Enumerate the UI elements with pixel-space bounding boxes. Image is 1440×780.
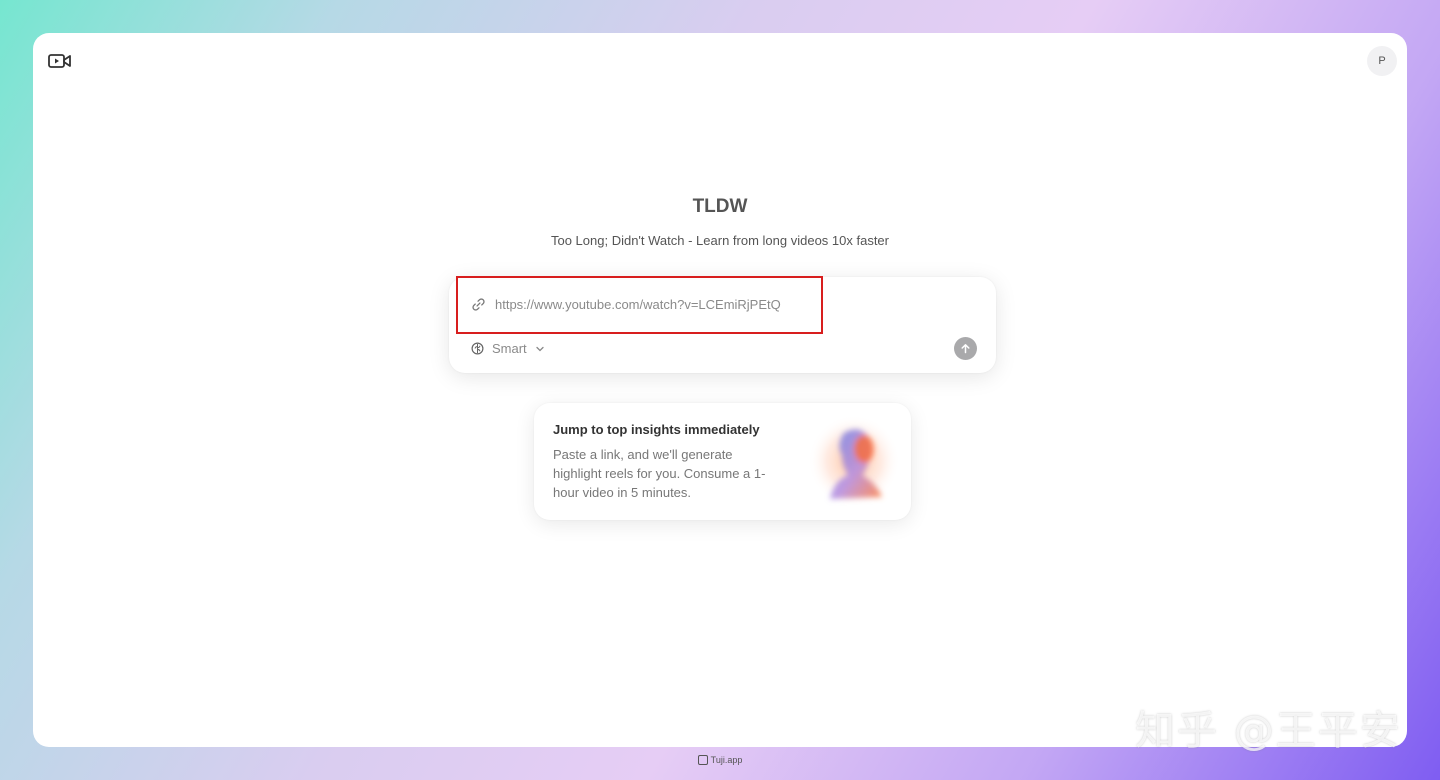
submit-button[interactable] [954,337,977,360]
url-input[interactable] [495,297,815,312]
link-icon [472,298,485,311]
page-subtitle: Too Long; Didn't Watch - Learn from long… [550,233,889,248]
arrow-up-icon [961,344,970,354]
watermark: 知乎 @王平安 [1135,708,1402,754]
footer-brand-label: Tuji.app [710,755,743,765]
brain-icon [471,342,484,355]
page-title: TLDW [692,196,748,217]
tip-card: Jump to top insights immediately Paste a… [534,403,911,520]
url-input-card: Smart [449,277,996,373]
video-camera-icon[interactable] [47,51,73,71]
mode-select[interactable]: Smart [471,341,545,356]
avatar[interactable]: P [1367,46,1397,76]
tuji-logo-icon [697,755,708,765]
tip-title: Jump to top insights immediately [553,422,760,437]
footer-brand: Tuji.app [0,755,1440,765]
app-window: P TLDW Too Long; Didn't Watch - Learn fr… [33,33,1407,747]
person-silhouette-illustration [808,415,900,507]
mode-label: Smart [492,341,527,356]
chevron-down-icon [536,346,544,351]
tip-body: Paste a link, and we'll generate highlig… [553,447,766,500]
url-row [471,297,815,312]
